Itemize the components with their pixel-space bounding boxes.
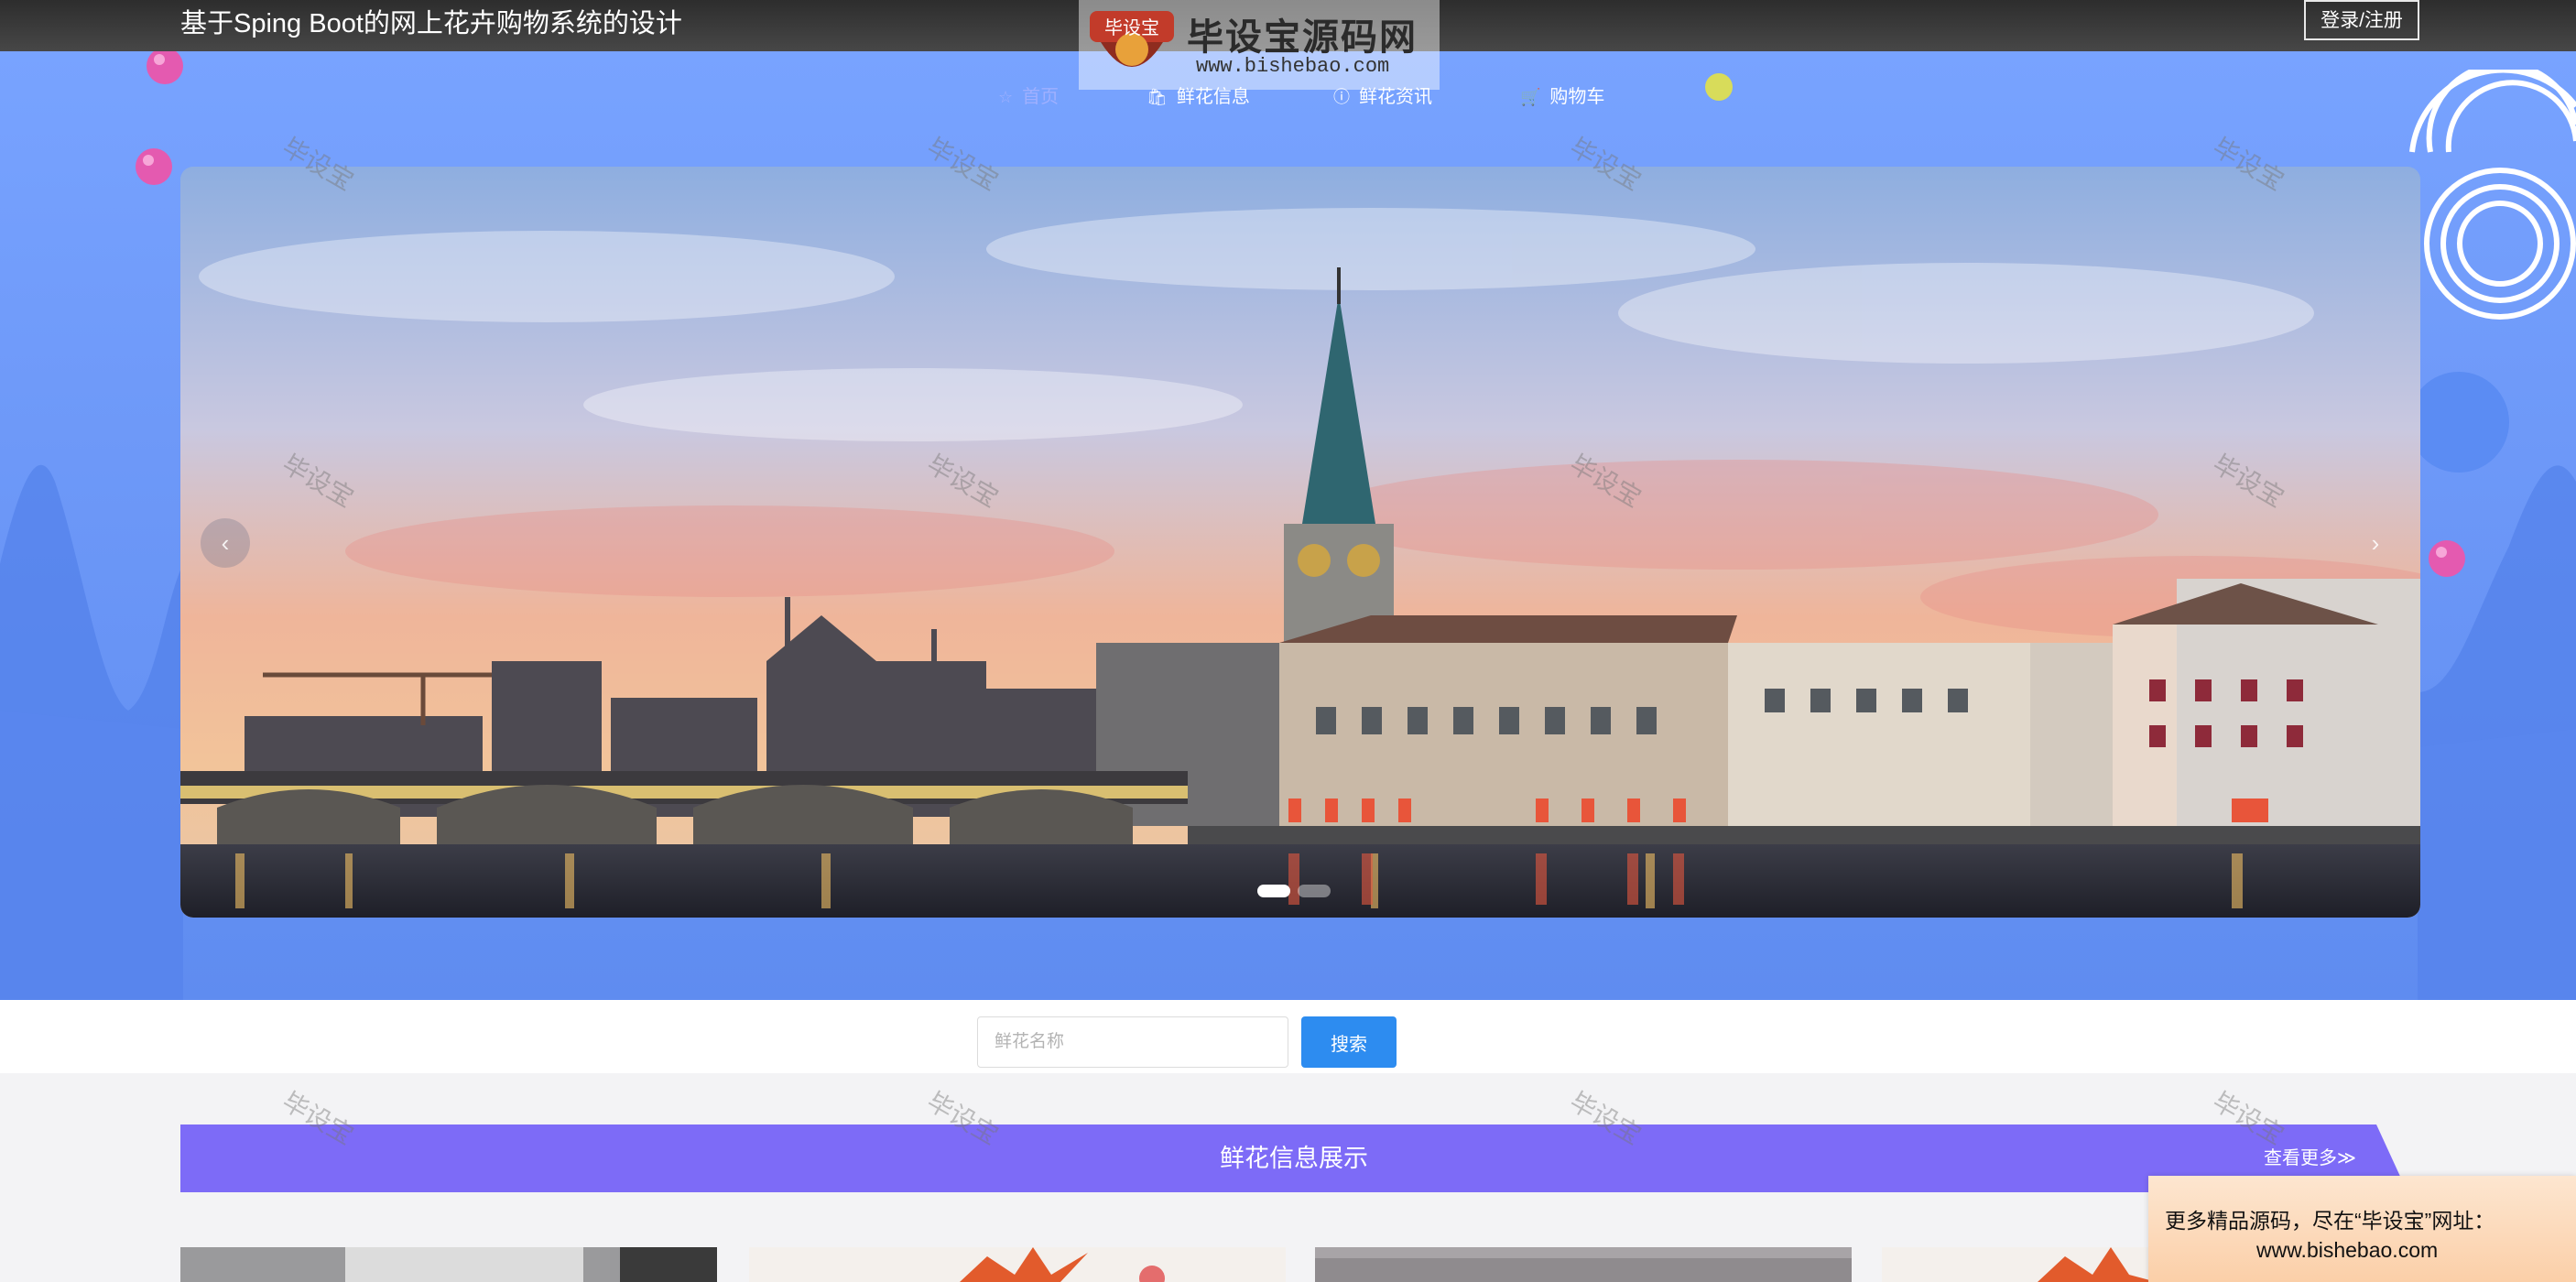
star-icon: ☆ [998,88,1014,106]
nav-item-label: 鲜花资讯 [1359,87,1432,107]
login-register-button[interactable]: 登录/注册 [2304,0,2419,40]
product-image [749,1247,1286,1282]
nav-item-label: 鲜花信息 [1176,87,1250,107]
site-title: 基于Sping Boot的网上花卉购物系统的设计 [180,9,682,38]
carousel-indicators [1257,885,1338,899]
search-button[interactable]: 搜索 [1301,1016,1397,1068]
product-image [1315,1247,1852,1282]
search-bar: 搜索 [0,1000,2576,1073]
logo-badge-icon: 毕设宝 [1090,11,1174,67]
carousel-prev-arrow[interactable]: ‹ [201,518,250,568]
cart-icon: 🛒 [1520,88,1541,106]
section-title: 鲜花信息展示 [1220,1145,1368,1172]
logo-text: 毕设宝源码网 [1187,17,1418,58]
carousel-dot[interactable] [1257,885,1290,897]
logo-url: www.bishebao.com [1196,55,1390,78]
product-image [180,1247,717,1282]
promo-corner-ad[interactable]: 更多精品源码，尽在“毕设宝”网址： www.bishebao.com [2148,1176,2576,1282]
product-card[interactable] [1315,1247,1852,1282]
nav-item-home[interactable]: ☆ 首页 [998,79,1059,115]
product-card[interactable] [180,1247,717,1282]
banner-carousel[interactable]: ‹ › [180,167,2420,918]
promo-line-2: www.bishebao.com [2256,1238,2439,1262]
flower-info-section-header: 鲜花信息展示 查看更多≫ [180,1124,2408,1192]
product-card[interactable] [749,1247,1286,1282]
logo-badge-text: 毕设宝 [1104,16,1159,38]
flower-name-search-input[interactable] [977,1016,1288,1068]
nav-item-label: 首页 [1022,87,1060,107]
nav-item-label: 购物车 [1549,87,1605,107]
promo-line-1: 更多精品源码，尽在“毕设宝”网址： [2165,1209,2495,1233]
hero-section: ☆ 首页 🛍 鲜花信息 ⓘ 鲜花资讯 🛒 购物车 ‹ › [0,51,2576,1000]
carousel-slide-image [180,167,2420,918]
carousel-next-arrow[interactable]: › [2351,518,2400,568]
site-watermark-logo: 毕设宝 毕设宝源码网 www.bishebao.com [1079,0,1440,90]
nav-item-cart[interactable]: 🛒 购物车 [1520,79,1604,115]
carousel-dot[interactable] [1298,885,1331,897]
